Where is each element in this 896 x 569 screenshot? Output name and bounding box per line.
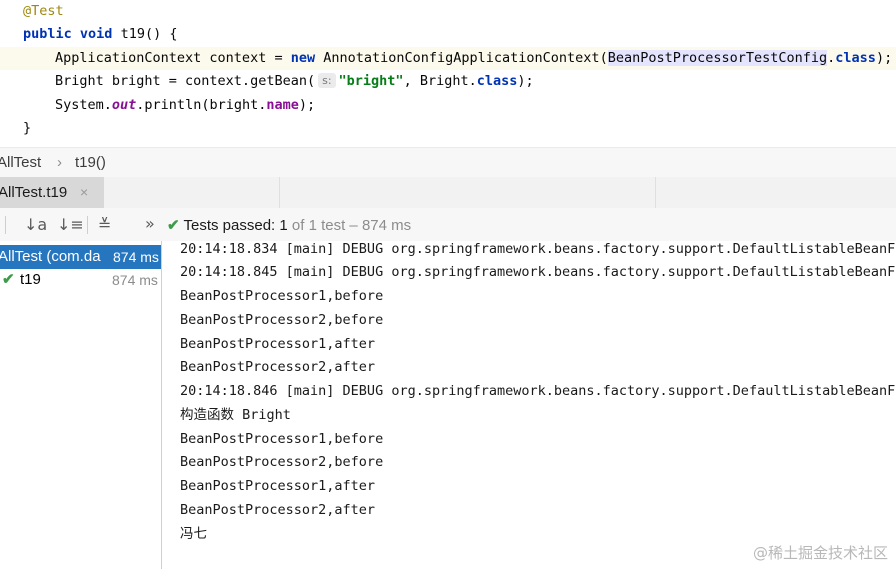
- test-runner-toolbar: ↓a ↓≡ ≚ » ✔ Tests passed: 1 of 1 test – …: [0, 208, 896, 242]
- context-declaration: ApplicationContext context =: [55, 50, 291, 66]
- code-editor[interactable]: @Test public void t19() { ApplicationCon…: [0, 0, 896, 147]
- tab-label: AllTest.t19: [0, 184, 68, 201]
- new-keyword: new: [290, 50, 316, 66]
- console-line: BeanPostProcessor1,before: [180, 431, 384, 447]
- console-line: BeanPostProcessor2,before: [180, 312, 384, 328]
- name-field: name: [266, 97, 299, 113]
- void-keyword: void: [79, 26, 113, 42]
- breadcrumb-separator: ›: [57, 154, 62, 171]
- console-line: BeanPostProcessor1,before: [180, 288, 384, 304]
- code-line-3[interactable]: ApplicationContext context = new Annotat…: [0, 47, 896, 70]
- console-line: BeanPostProcessor1,after: [180, 478, 376, 494]
- breadcrumb-class[interactable]: AllTest: [0, 154, 41, 171]
- line-end-2: );: [517, 73, 534, 89]
- config-class-arg: BeanPostProcessorTestConfig: [607, 50, 828, 66]
- bean-name-string: "bright": [338, 73, 404, 89]
- tree-item-name: AllTest (com.da: [0, 248, 101, 265]
- sort-alphabetically-icon[interactable]: ↓a: [24, 215, 47, 234]
- tree-item-alltest[interactable]: AllTest (com.da 874 ms: [0, 245, 161, 269]
- watermark: @稀土掘金技术社区: [752, 544, 888, 562]
- passed-check-icon: ✔: [2, 271, 15, 288]
- console-line: 构造函数 Bright: [180, 407, 291, 423]
- tree-item-time: 874 ms: [112, 272, 158, 288]
- console-line: BeanPostProcessor2,after: [180, 502, 376, 518]
- tree-item-time: 874 ms: [111, 249, 159, 265]
- test-annotation: @Test: [23, 3, 64, 19]
- class-keyword-2: class: [476, 73, 518, 89]
- tree-item-t19[interactable]: ✔ t19 874 ms: [0, 268, 161, 292]
- toolbar-separator: [5, 216, 6, 234]
- sort-by-duration-icon[interactable]: ↓≡: [57, 215, 84, 234]
- console-line: 20:14:18.846 [main] DEBUG org.springfram…: [180, 383, 896, 399]
- line-end-3: );: [298, 97, 316, 113]
- close-icon[interactable]: ×: [80, 184, 88, 200]
- console-line: BeanPostProcessor1,after: [180, 336, 376, 352]
- tests-passed-label: Tests passed:: [183, 217, 280, 234]
- expand-all-icon[interactable]: ≚: [98, 215, 111, 234]
- passed-count: 1: [279, 217, 288, 234]
- breadcrumb-method[interactable]: t19(): [75, 154, 106, 171]
- console-line: 冯七: [180, 526, 207, 542]
- test-tree: AllTest (com.da 874 ms ✔ t19 874 ms: [0, 241, 162, 569]
- console-line: BeanPostProcessor2,after: [180, 359, 376, 375]
- console-line: 20:14:18.845 [main] DEBUG org.springfram…: [180, 264, 896, 280]
- toolbar-separator: [87, 216, 88, 234]
- duration: – 874 ms: [345, 217, 412, 234]
- console-line: BeanPostProcessor2,before: [180, 454, 384, 470]
- system-ref: System.: [55, 97, 112, 113]
- class-keyword: class: [835, 50, 876, 66]
- context-class: AnnotationConfigApplicationContext(: [315, 50, 608, 66]
- tab-divider: [279, 177, 280, 208]
- run-tab-bar: AllTest.t19 ×: [0, 177, 896, 209]
- more-icon[interactable]: »: [145, 214, 155, 233]
- tab-alltest-t19[interactable]: AllTest.t19 ×: [0, 177, 104, 208]
- out-field: out: [111, 97, 137, 113]
- println-call: .println(bright.: [136, 97, 267, 113]
- getbean-call: Bright bright = context.getBean(: [55, 73, 316, 89]
- tree-item-name: t19: [20, 271, 41, 288]
- total-count: of 1 test: [287, 217, 346, 234]
- breadcrumb: AllTest › t19(): [0, 147, 896, 179]
- parameter-hint: s:: [318, 73, 336, 88]
- tab-divider: [655, 177, 656, 208]
- console-output[interactable]: 20:14:18.834 [main] DEBUG org.springfram…: [162, 241, 896, 569]
- bright-type: , Bright.: [403, 73, 477, 89]
- test-status: ✔ Tests passed: 1 of 1 test – 874 ms: [167, 216, 411, 234]
- check-icon: ✔: [167, 217, 180, 234]
- line-end: );: [875, 50, 893, 66]
- closing-brace: }: [23, 120, 32, 136]
- public-keyword: public: [23, 26, 72, 42]
- method-signature: t19() {: [120, 26, 178, 42]
- console-line: 20:14:18.834 [main] DEBUG org.springfram…: [180, 241, 896, 257]
